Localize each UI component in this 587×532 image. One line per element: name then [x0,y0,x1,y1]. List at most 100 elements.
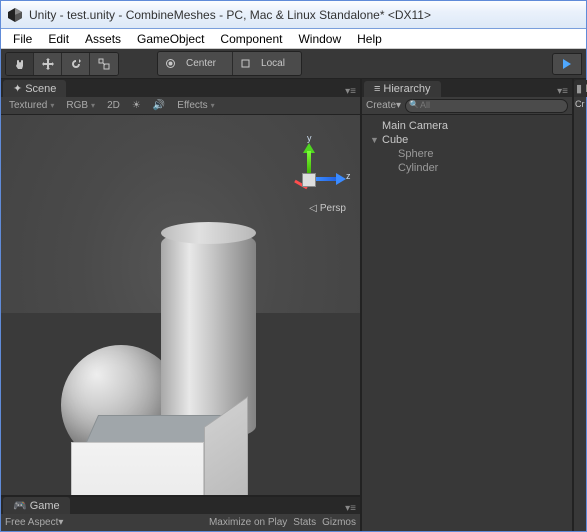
scene-tab-label: Scene [25,83,56,95]
render-mode-label: RGB [66,100,88,111]
search-placeholder: All [420,100,430,110]
hierarchy-item-cylinder[interactable]: Cylinder [364,161,570,175]
scene-tab-menu-icon[interactable]: ▾≡ [341,86,360,97]
menu-file[interactable]: File [5,30,40,48]
two-d-toggle[interactable]: 2D [103,100,124,111]
play-button[interactable] [552,53,582,75]
main-toolbar: Center Local [1,49,586,79]
chevron-down-icon: ▾ [91,101,95,110]
scene-viewport[interactable]: y z ◁Persp [1,115,360,495]
rotate-tool-button[interactable] [62,53,90,75]
right-column: ≡Hierarchy ▾≡ Create▾ All Main Camera ▼C… [362,79,572,531]
hierarchy-tree: Main Camera ▼Cube Sphere Cylinder [362,115,572,531]
hand-icon [14,58,26,70]
shading-dropdown[interactable]: Textured▾ [5,100,58,111]
lighting-toggle[interactable]: ☀ [128,100,145,111]
stub-tab-p[interactable]: ▮P [574,80,587,97]
hierarchy-tabbar: ≡Hierarchy ▾≡ [362,79,572,97]
chevron-down-icon: ▾ [50,101,54,110]
scene-tab[interactable]: ✦Scene [3,80,66,97]
game-tab-menu-icon[interactable]: ▾≡ [341,503,360,514]
game-tab-icon: 🎮 [13,499,27,512]
item-label: Cube [382,134,408,146]
menu-window[interactable]: Window [290,30,349,48]
pivot-center-label: Center [178,55,224,72]
pivot-center-button[interactable]: Center [158,52,233,75]
editor-area: Center Local ✦Scene ▾≡ Textured▾ RGB▾ 2 [1,49,586,531]
gizmo-y-label: y [307,133,312,143]
item-label: Cylinder [398,162,438,174]
projection-label[interactable]: ◁Persp [309,203,346,214]
hierarchy-controlbar: Create▾ All [362,97,572,115]
unity-logo-icon [7,7,23,23]
maximize-toggle[interactable]: Maximize on Play [209,517,287,528]
audio-toggle[interactable]: 🔊 [149,100,169,111]
hand-tool-button[interactable] [6,53,34,75]
scene-tab-icon: ✦ [13,82,22,95]
hierarchy-item-cube[interactable]: ▼Cube [364,133,570,147]
transform-tool-group [5,52,119,76]
aspect-dropdown[interactable]: Free Aspect▾ [5,517,63,528]
create-label: Create [366,100,396,111]
menu-component[interactable]: Component [212,30,290,48]
game-tab[interactable]: 🎮Game [3,497,70,514]
game-controlbar: Free Aspect▾ Maximize on Play Stats Gizm… [1,514,360,531]
chevron-down-icon: ▾ [396,100,401,111]
hierarchy-panel: Create▾ All Main Camera ▼Cube Sphere Cyl… [362,97,572,531]
stub-cr[interactable]: Cr [574,97,586,115]
pivot-local-label: Local [253,55,293,72]
hierarchy-item-sphere[interactable]: Sphere [364,147,570,161]
gizmo-cube [302,173,316,187]
game-tab-label: Game [30,500,60,512]
gizmos-label: Gizmos [322,517,356,528]
item-label: Main Camera [382,120,448,132]
gizmo-y-axis [307,151,311,175]
game-panel: 🎮Game ▾≡ Free Aspect▾ Maximize on Play S… [1,495,360,531]
persp-text: Persp [320,203,346,214]
menu-assets[interactable]: Assets [77,30,129,48]
gizmo-z-cone [336,173,346,185]
aspect-label: Free Aspect [5,517,58,528]
pivot-local-button[interactable]: Local [233,52,301,75]
foldout-icon[interactable]: ▼ [370,135,379,145]
gizmos-dropdown[interactable]: Gizmos [322,517,356,528]
effects-label: Effects [177,100,207,111]
titlebar: Unity - test.unity - CombineMeshes - PC,… [1,1,586,29]
center-icon [166,59,175,68]
item-label: Sphere [398,148,433,160]
move-tool-button[interactable] [34,53,62,75]
hierarchy-tab-icon: ≡ [374,83,380,95]
hierarchy-tab[interactable]: ≡Hierarchy [364,81,441,97]
hierarchy-item-main-camera[interactable]: Main Camera [364,119,570,133]
stats-toggle[interactable]: Stats [293,517,316,528]
cube-front-face [71,442,204,495]
hierarchy-create-dropdown[interactable]: Create▾ [366,100,401,111]
scale-icon [98,58,110,70]
triangle-left-icon: ◁ [309,203,317,214]
menu-edit[interactable]: Edit [40,30,77,48]
columns: ✦Scene ▾≡ Textured▾ RGB▾ 2D ☀ 🔊 Effects▾ [1,79,586,531]
gizmo-z-axis [316,177,338,181]
unity-window: Unity - test.unity - CombineMeshes - PC,… [0,0,587,532]
left-column: ✦Scene ▾≡ Textured▾ RGB▾ 2D ☀ 🔊 Effects▾ [1,79,362,531]
scene-panel: Textured▾ RGB▾ 2D ☀ 🔊 Effects▾ [1,97,360,495]
hierarchy-tab-menu-icon[interactable]: ▾≡ [553,86,572,97]
pivot-toggle-group: Center Local [157,51,302,76]
effects-dropdown[interactable]: Effects ▾ [173,100,218,111]
render-mode-dropdown[interactable]: RGB▾ [62,100,99,111]
hierarchy-tab-label: Hierarchy [383,83,430,95]
menu-help[interactable]: Help [349,30,390,48]
game-tabbar: 🎮Game ▾≡ [1,497,360,514]
stub-tabbar: ▮P [574,79,586,97]
window-title: Unity - test.unity - CombineMeshes - PC,… [29,8,431,22]
local-icon [241,59,250,68]
folder-icon: ▮ [576,82,582,95]
move-icon [42,58,54,70]
scale-tool-button[interactable] [90,53,118,75]
menu-gameobject[interactable]: GameObject [129,30,212,48]
far-right-column: ▮P Cr [572,79,586,531]
play-icon [562,59,572,69]
hierarchy-search-input[interactable]: All [405,99,568,113]
chevron-down-icon: ▾ [211,101,215,110]
gizmo-z-label: z [346,171,351,181]
